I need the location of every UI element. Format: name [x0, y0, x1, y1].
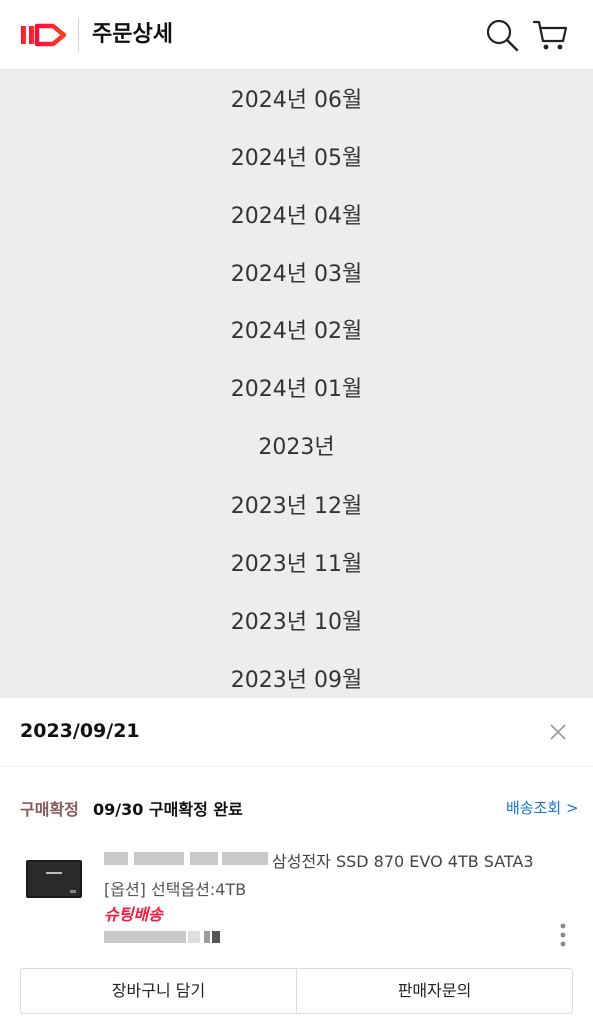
- product-option: [옵션] 선택옵션:4TB: [104, 880, 247, 899]
- divider: [0, 766, 593, 767]
- month-option[interactable]: 2024년 03월: [0, 246, 593, 304]
- order-action-buttons: 장바구니 담기 판매자문의: [20, 968, 573, 1014]
- blurred-text: [222, 852, 268, 865]
- order-status-label: 구매확정: [20, 800, 79, 819]
- shooting-delivery-badge: 슈팅배송: [104, 905, 163, 924]
- month-option[interactable]: 2023년 11월: [0, 536, 593, 594]
- month-picker-list: 2024년 06월 2024년 05월 2024년 04월 2024년 03월 …: [0, 70, 593, 698]
- add-to-cart-button[interactable]: 장바구니 담기: [21, 969, 296, 1013]
- seller-inquiry-button[interactable]: 판매자문의: [296, 969, 572, 1013]
- month-option[interactable]: 2024년 01월: [0, 361, 593, 419]
- cart-icon[interactable]: [532, 17, 568, 53]
- product-thumbnail[interactable]: [24, 856, 84, 904]
- search-icon[interactable]: [485, 18, 519, 52]
- blurred-text: [104, 852, 128, 865]
- order-detail-sheet: 2023/09/21 구매확정 09/30 구매확정 완료 배송조회 > 삼성전…: [0, 698, 593, 1024]
- month-option[interactable]: 2023년 10월: [0, 594, 593, 652]
- order-date: 2023/09/21: [20, 720, 140, 742]
- header-divider: [78, 18, 79, 52]
- more-options-icon[interactable]: [556, 922, 570, 948]
- blurred-price: [104, 931, 220, 943]
- month-option[interactable]: 2024년 05월: [0, 130, 593, 188]
- close-icon[interactable]: [546, 720, 570, 744]
- app-header: 주문상세: [0, 0, 593, 70]
- month-option[interactable]: 2024년 06월: [0, 72, 593, 130]
- tracking-link[interactable]: 배송조회 >: [506, 797, 579, 818]
- product-name[interactable]: 삼성전자 SSD 870 EVO 4TB SATA3: [272, 848, 534, 872]
- 11st-logo[interactable]: [20, 20, 66, 50]
- page-title: 주문상세: [92, 22, 173, 47]
- month-option[interactable]: 2024년 02월: [0, 303, 593, 361]
- month-option[interactable]: 2023년 09월: [0, 652, 593, 698]
- blurred-text: [134, 852, 184, 865]
- month-option[interactable]: 2023년 12월: [0, 478, 593, 536]
- order-status-text: 09/30 구매확정 완료: [93, 800, 243, 819]
- product-name-row: 삼성전자 SSD 870 EVO 4TB SATA3: [104, 848, 574, 872]
- blurred-text: [190, 852, 218, 865]
- year-option[interactable]: 2023년: [0, 419, 593, 477]
- month-option[interactable]: 2024년 04월: [0, 188, 593, 246]
